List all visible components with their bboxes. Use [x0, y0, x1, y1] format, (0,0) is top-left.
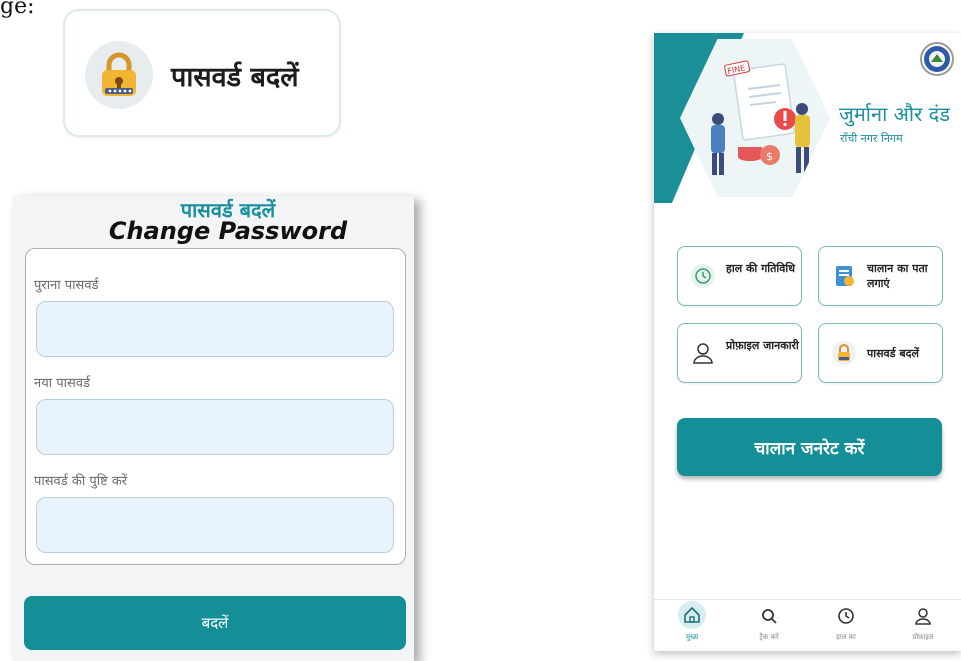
- svg-text:$: $: [766, 150, 773, 163]
- tile-label: चालान का पता लगाएं: [867, 262, 928, 290]
- change-password-callout-card: पासवर्ड बदलें: [63, 9, 341, 137]
- callout-label: पासवर्ड बदलें: [171, 62, 299, 93]
- clock-icon: [838, 608, 854, 624]
- nav-label: ट्रैक करें: [759, 633, 779, 641]
- tile-track-challan[interactable]: चालान का पता लगाएं: [818, 246, 943, 306]
- confirm-password-input[interactable]: [36, 497, 394, 553]
- search-icon: [762, 609, 777, 624]
- tile-label: पासवर्ड बदलें: [867, 347, 919, 360]
- new-password-input[interactable]: [36, 399, 394, 455]
- home-icon: [684, 606, 700, 623]
- document-search-icon: [836, 266, 854, 286]
- change-password-form: पुराना पासवर्ड नया पासवर्ड पासवर्ड की पु…: [25, 248, 406, 565]
- tile-label: प्रोफ़ाइल जानकारी: [726, 339, 799, 352]
- lock-icon-background: [85, 41, 153, 109]
- nav-track[interactable]: ट्रैक करें: [731, 600, 807, 651]
- lock-icon: [102, 52, 136, 96]
- clock-history-icon: [691, 264, 715, 288]
- app-title: जुर्माना और दंड: [839, 102, 950, 126]
- confirm-password-label: पासवर्ड की पुष्टि करें: [34, 474, 128, 489]
- user-profile-icon: [693, 343, 713, 364]
- generate-challan-button[interactable]: चालान जनरेट करें: [677, 418, 942, 476]
- municipal-logo: [920, 42, 954, 76]
- app-subtitle: राँची नगर निगम: [840, 132, 903, 145]
- change-password-submit-button[interactable]: बदलें: [24, 596, 406, 650]
- nav-profile[interactable]: प्रोफ़ाइल: [885, 600, 961, 651]
- document-fragment-text: ge:: [0, 0, 35, 19]
- nav-home[interactable]: मुख्य: [654, 600, 730, 651]
- change-password-panel: पासवर्ड बदलें Change Password पुराना पास…: [13, 196, 414, 661]
- nav-recent[interactable]: हाल का: [808, 600, 884, 651]
- nav-label: प्रोफ़ाइल: [912, 633, 934, 641]
- new-password-label: नया पासवर्ड: [34, 376, 90, 391]
- old-password-input[interactable]: [36, 301, 394, 357]
- municipal-emblem-icon: [924, 46, 950, 72]
- bottom-navigation: मुख्य ट्रैक करें हाल का प्रोफ़ाइल: [654, 599, 961, 651]
- tile-profile-info[interactable]: प्रोफ़ाइल जानकारी: [677, 323, 802, 383]
- old-password-label: पुराना पासवर्ड: [34, 278, 99, 293]
- app-home-screen: FINE $ जुर्माना और दंड राँची नगर निगम हा…: [654, 33, 961, 651]
- user-icon: [915, 608, 931, 625]
- tile-label: हाल की गतिविधि: [726, 262, 795, 275]
- panel-title-english: Change Password: [108, 217, 348, 245]
- nav-label: मुख्य: [685, 633, 699, 641]
- lock-icon: [832, 341, 856, 365]
- tile-change-password[interactable]: पासवर्ड बदलें: [818, 323, 943, 383]
- app-header: FINE $ जुर्माना और दंड राँची नगर निगम: [654, 33, 961, 203]
- tile-recent-activity[interactable]: हाल की गतिविधि: [677, 246, 802, 306]
- nav-label: हाल का: [836, 633, 856, 641]
